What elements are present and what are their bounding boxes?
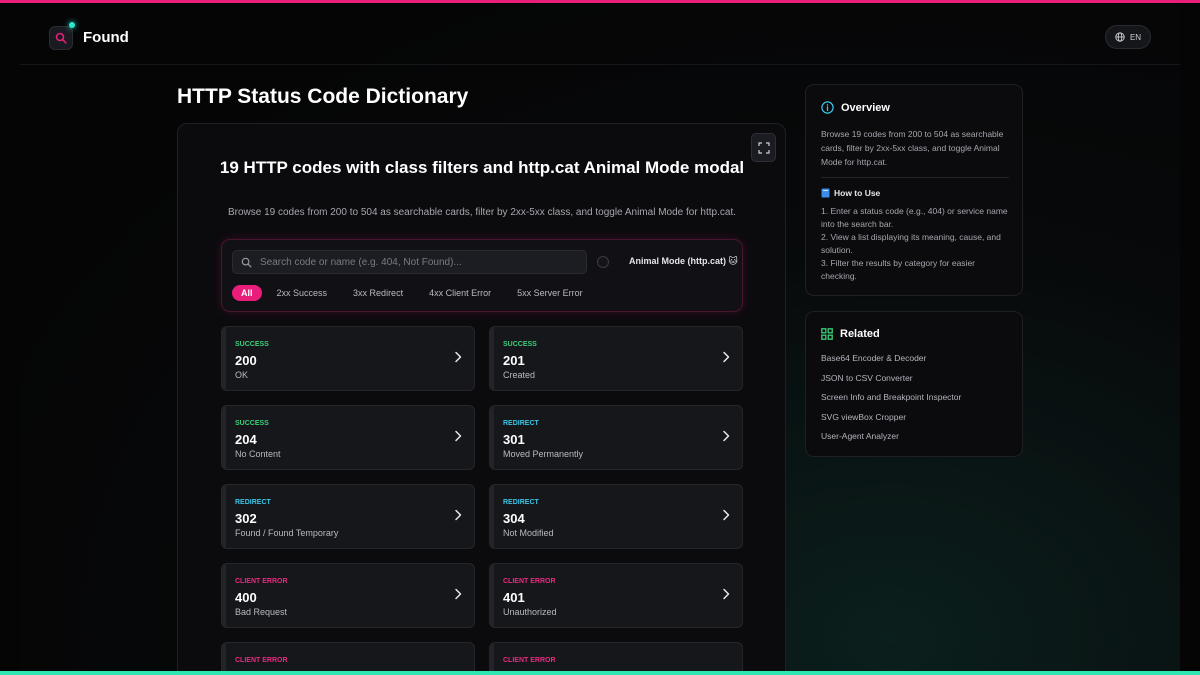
- expand-icon: [757, 141, 770, 154]
- related-title: Related: [840, 328, 880, 340]
- code-category: SUCCESS: [503, 341, 537, 348]
- code-card[interactable]: SUCCESS 200 OK: [221, 326, 475, 391]
- how-to-step: 1. Enter a status code (e.g., 404) or se…: [821, 206, 1008, 229]
- page: Found EN HTTP Status Code Dictionary 19 …: [20, 3, 1180, 671]
- code-name: Unauthorized: [503, 607, 557, 617]
- code-category: SUCCESS: [235, 420, 269, 427]
- code-category: CLIENT ERROR: [503, 657, 556, 664]
- chevron-right-icon: [455, 430, 462, 442]
- related-links: Base64 Encoder & Decoder JSON to CSV Con…: [821, 353, 961, 451]
- how-to-steps: 1. Enter a status code (e.g., 404) or se…: [821, 205, 1013, 283]
- info-icon: [821, 101, 834, 114]
- code-card[interactable]: CLIENT ERROR: [221, 642, 475, 671]
- code-number: 401: [503, 590, 525, 605]
- code-name: Bad Request: [235, 607, 288, 617]
- how-to-title: How to Use: [834, 188, 881, 198]
- hero-title: 19 HTTP codes with class filters and htt…: [219, 158, 745, 177]
- search-panel: Animal Mode (http.cat) 🐱 All 2xx Success…: [221, 239, 743, 312]
- chevron-right-icon: [723, 430, 730, 442]
- class-filters: All 2xx Success 3xx Redirect 4xx Client …: [232, 285, 594, 301]
- chevron-right-icon: [723, 351, 730, 363]
- logo-button[interactable]: [49, 26, 73, 50]
- brand-name[interactable]: Found: [83, 29, 129, 46]
- code-number: 204: [235, 432, 257, 447]
- filter-4xx[interactable]: 4xx Client Error: [418, 285, 502, 301]
- animal-mode-label[interactable]: Animal Mode (http.cat) 🐱: [629, 256, 738, 267]
- globe-icon: [1115, 32, 1125, 42]
- code-name: Found / Found Temporary: [235, 528, 339, 538]
- code-card[interactable]: CLIENT ERROR 400 Bad Request: [221, 563, 475, 628]
- related-link[interactable]: JSON to CSV Converter: [821, 373, 961, 393]
- related-link[interactable]: User-Agent Analyzer: [821, 431, 961, 451]
- code-card[interactable]: REDIRECT 301 Moved Permanently: [489, 405, 743, 470]
- code-category: CLIENT ERROR: [235, 657, 288, 664]
- chevron-right-icon: [455, 588, 462, 600]
- overview-title: Overview: [841, 101, 890, 114]
- filter-3xx[interactable]: 3xx Redirect: [342, 285, 414, 301]
- how-to-heading: How to Use: [821, 188, 880, 198]
- search-field[interactable]: [232, 250, 587, 274]
- filter-all[interactable]: All: [232, 285, 262, 301]
- main-panel: 19 HTTP codes with class filters and htt…: [177, 123, 786, 671]
- related-card: Related Base64 Encoder & Decoder JSON to…: [805, 311, 1023, 457]
- header: Found EN: [20, 3, 1180, 65]
- grid-icon: [821, 328, 833, 340]
- code-card[interactable]: REDIRECT 304 Not Modified: [489, 484, 743, 549]
- code-number: 304: [503, 511, 525, 526]
- divider: [821, 177, 1009, 178]
- chevron-right-icon: [455, 509, 462, 521]
- code-number: 302: [235, 511, 257, 526]
- related-link[interactable]: Screen Info and Breakpoint Inspector: [821, 392, 961, 412]
- code-card[interactable]: SUCCESS 204 No Content: [221, 405, 475, 470]
- search-icon: [55, 32, 67, 44]
- filter-2xx[interactable]: 2xx Success: [266, 285, 339, 301]
- page-title: HTTP Status Code Dictionary: [177, 85, 469, 108]
- chevron-right-icon: [455, 351, 462, 363]
- code-name: OK: [235, 370, 249, 380]
- code-category: CLIENT ERROR: [503, 578, 556, 585]
- code-name: Not Modified: [503, 528, 554, 538]
- related-heading: Related: [821, 328, 880, 340]
- code-category: REDIRECT: [235, 499, 271, 506]
- code-card[interactable]: REDIRECT 302 Found / Found Temporary: [221, 484, 475, 549]
- code-category: REDIRECT: [503, 420, 539, 427]
- code-category: CLIENT ERROR: [235, 578, 288, 585]
- how-to-step: 2. View a list displaying its meaning, c…: [821, 232, 1001, 255]
- code-number: 200: [235, 353, 257, 368]
- overview-card: Overview Browse 19 codes from 200 to 504…: [805, 84, 1023, 296]
- code-category: SUCCESS: [235, 341, 269, 348]
- how-to-step: 3. Filter the results by category for ea…: [821, 258, 976, 281]
- code-card[interactable]: SUCCESS 201 Created: [489, 326, 743, 391]
- animal-mode-toggle[interactable]: [597, 256, 609, 268]
- language-label: EN: [1129, 32, 1142, 42]
- search-input[interactable]: [260, 256, 580, 268]
- logo-status-dot: [69, 22, 75, 28]
- chevron-right-icon: [723, 509, 730, 521]
- code-name: Moved Permanently: [503, 449, 584, 459]
- overview-text: Browse 19 codes from 200 to 504 as searc…: [821, 129, 1004, 167]
- search-icon: [241, 257, 252, 267]
- code-number: 201: [503, 353, 525, 368]
- code-number: 301: [503, 432, 525, 447]
- code-card[interactable]: CLIENT ERROR 401 Unauthorized: [489, 563, 743, 628]
- language-button[interactable]: EN: [1105, 25, 1151, 49]
- bottom-accent-bar: [0, 671, 1200, 675]
- code-card[interactable]: CLIENT ERROR: [489, 642, 743, 671]
- code-name: No Content: [235, 449, 281, 459]
- related-link[interactable]: Base64 Encoder & Decoder: [821, 353, 961, 373]
- overview-heading: Overview: [821, 101, 890, 114]
- code-category: REDIRECT: [503, 499, 539, 506]
- fullscreen-button[interactable]: [751, 133, 776, 162]
- code-name: Created: [503, 370, 536, 380]
- related-link[interactable]: SVG viewBox Cropper: [821, 412, 961, 432]
- chevron-right-icon: [723, 588, 730, 600]
- hero-subtitle: Browse 19 codes from 200 to 504 as searc…: [227, 207, 737, 218]
- book-icon: [821, 188, 830, 198]
- code-card-grid: SUCCESS 200 OK SUCCESS 201 Created SUCCE…: [221, 326, 743, 671]
- filter-5xx[interactable]: 5xx Server Error: [506, 285, 594, 301]
- code-number: 400: [235, 590, 257, 605]
